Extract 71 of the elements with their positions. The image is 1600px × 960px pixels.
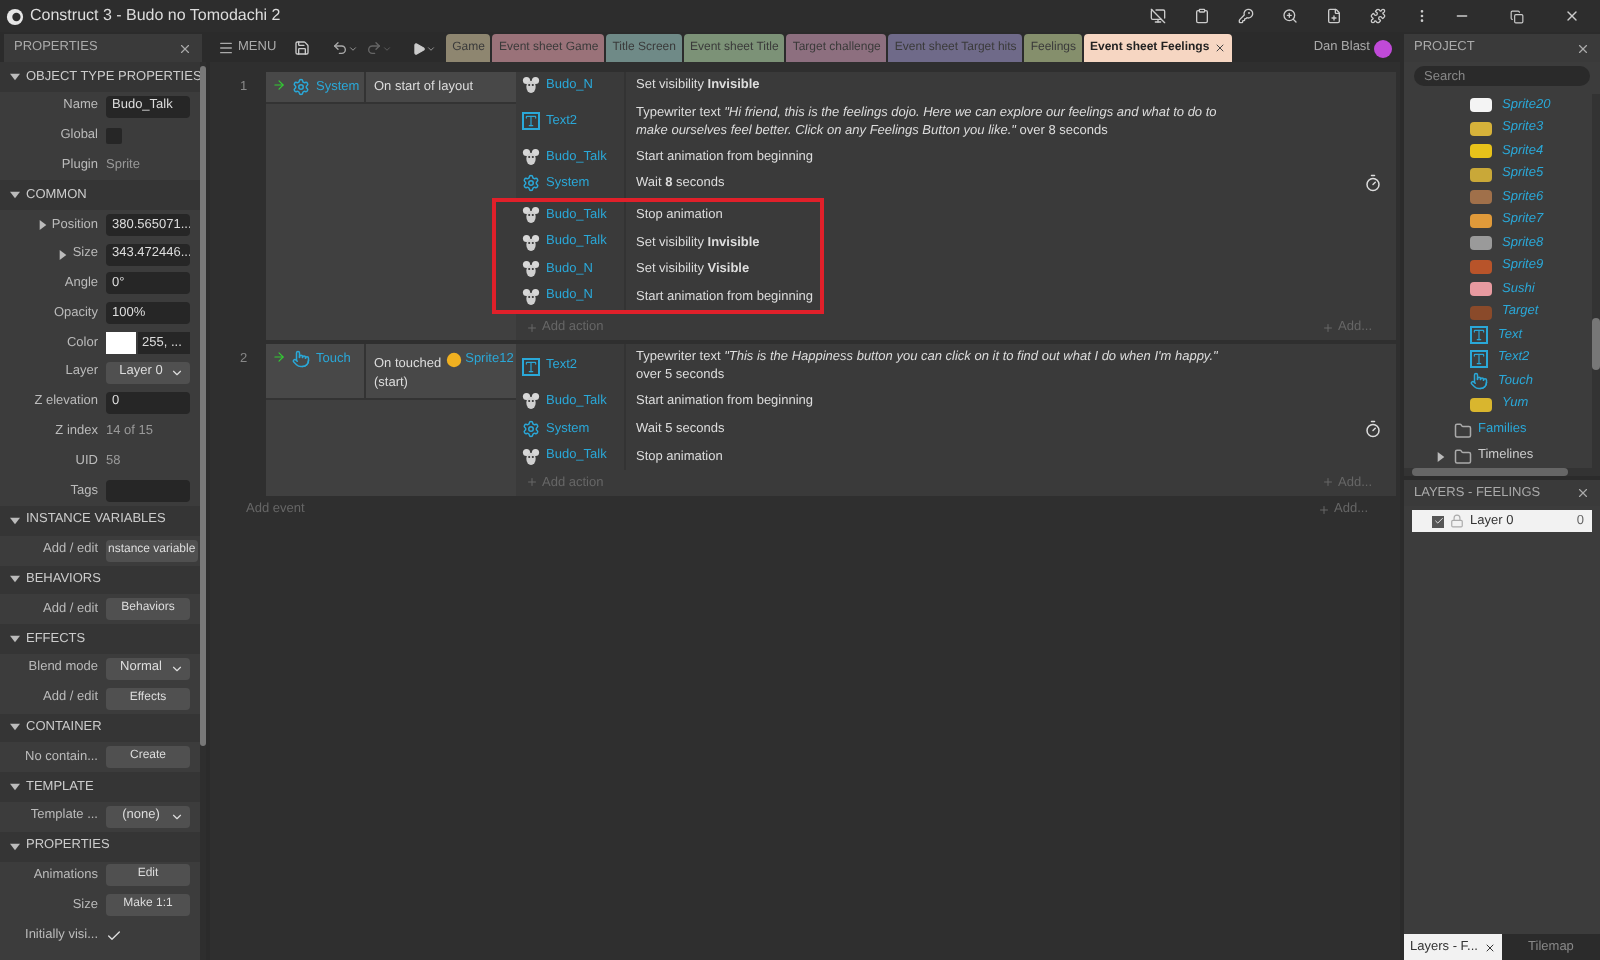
redo-icon[interactable] bbox=[366, 40, 383, 56]
expand-arrow[interactable] bbox=[37, 219, 48, 230]
avatar[interactable] bbox=[1374, 39, 1392, 57]
gear-icon bbox=[292, 78, 310, 96]
plus-icon bbox=[1318, 503, 1331, 516]
play-icon[interactable] bbox=[412, 41, 427, 55]
text-icon bbox=[1470, 349, 1488, 368]
mouse-icon bbox=[522, 76, 540, 95]
text-icon bbox=[522, 112, 540, 131]
collapse-arrow[interactable] bbox=[10, 71, 20, 82]
scrollbar-thumb[interactable] bbox=[200, 66, 206, 746]
scrollbar-thumb[interactable] bbox=[1412, 468, 1568, 476]
mouse-icon bbox=[522, 447, 540, 466]
close-icon[interactable] bbox=[178, 41, 192, 55]
mouse-icon bbox=[522, 287, 540, 306]
collapse-arrow[interactable] bbox=[10, 841, 20, 852]
close-icon[interactable] bbox=[1483, 941, 1496, 953]
check-icon bbox=[106, 927, 122, 943]
mouse-icon bbox=[522, 147, 540, 166]
emoji-icon bbox=[445, 351, 462, 368]
key-icon[interactable] bbox=[1238, 8, 1254, 24]
collapse-arrow[interactable] bbox=[10, 515, 20, 526]
restore-icon[interactable] bbox=[1510, 9, 1524, 23]
caret-icon bbox=[170, 809, 184, 824]
caret-icon bbox=[170, 365, 184, 380]
zoom-icon[interactable] bbox=[1282, 8, 1298, 24]
close-icon[interactable] bbox=[1576, 41, 1590, 55]
expand-arrow[interactable] bbox=[58, 249, 69, 260]
close-icon[interactable] bbox=[1213, 42, 1226, 54]
clipboard-icon[interactable] bbox=[1194, 8, 1210, 24]
plus-icon bbox=[1322, 321, 1335, 334]
collapse-arrow[interactable] bbox=[10, 190, 20, 201]
hand-icon bbox=[292, 350, 310, 369]
checkbox[interactable] bbox=[106, 927, 122, 943]
caret-icon[interactable] bbox=[348, 43, 359, 53]
collapse-arrow[interactable] bbox=[10, 722, 20, 733]
text-icon bbox=[522, 357, 540, 376]
folder-icon bbox=[1454, 447, 1472, 465]
gear-icon bbox=[522, 174, 540, 193]
close-icon[interactable] bbox=[1576, 486, 1590, 500]
puzzle-icon[interactable] bbox=[1370, 8, 1386, 24]
plus-icon bbox=[526, 321, 538, 334]
hand-icon bbox=[1470, 372, 1488, 391]
menu-icon bbox=[218, 40, 234, 56]
caret-icon bbox=[170, 661, 184, 676]
collapse-arrow[interactable] bbox=[10, 574, 20, 585]
trigger-arrow-icon bbox=[272, 350, 286, 365]
text-icon bbox=[1470, 326, 1488, 345]
gear-icon bbox=[522, 420, 540, 439]
mouse-icon bbox=[522, 233, 540, 252]
app-logo-icon bbox=[6, 7, 24, 25]
save-icon[interactable] bbox=[294, 40, 311, 56]
collapse-arrow[interactable] bbox=[10, 782, 20, 793]
trigger-arrow-icon bbox=[272, 78, 286, 92]
visibility-checkbox[interactable] bbox=[1432, 515, 1444, 527]
color-swatch[interactable] bbox=[106, 332, 136, 355]
mouse-icon bbox=[522, 392, 540, 411]
plus-icon bbox=[526, 476, 538, 489]
scrollbar-thumb[interactable] bbox=[1592, 318, 1600, 370]
expand-arrow[interactable] bbox=[1436, 451, 1446, 461]
mouse-icon bbox=[522, 260, 540, 279]
check-icon bbox=[1433, 516, 1443, 526]
mouse-icon bbox=[522, 206, 540, 225]
undo-icon[interactable] bbox=[332, 40, 349, 56]
window-title: Construct 3 - Budo no Tomodachi 2 bbox=[30, 4, 281, 28]
folder-icon bbox=[1454, 421, 1472, 439]
file-add-icon[interactable] bbox=[1326, 8, 1342, 24]
collapse-arrow[interactable] bbox=[10, 634, 20, 645]
caret-icon[interactable] bbox=[426, 43, 437, 53]
monitor-off-icon[interactable] bbox=[1150, 8, 1166, 24]
plus-icon bbox=[1322, 476, 1335, 489]
